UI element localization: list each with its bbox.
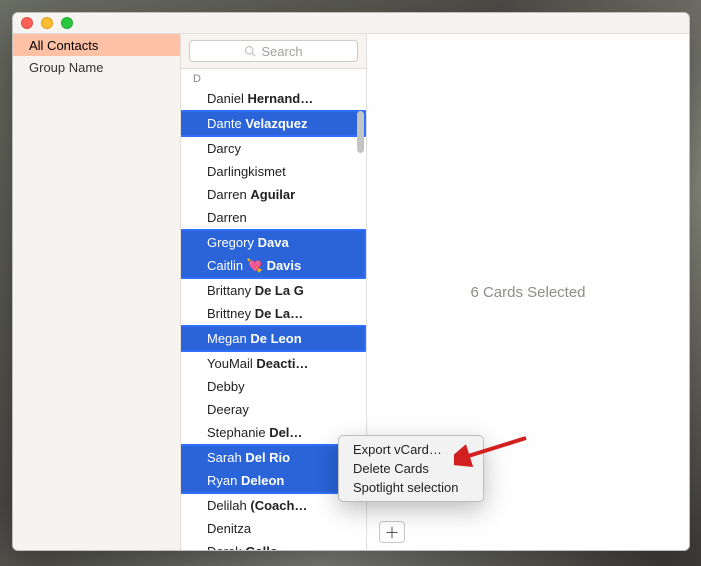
sidebar-item-label: All Contacts [29, 38, 98, 53]
contact-row[interactable]: Derek Gallo [181, 540, 366, 550]
plus-icon: ＋ [384, 522, 399, 543]
menu-item-export-vcard[interactable]: Export vCard… [339, 440, 483, 459]
search-placeholder: Search [261, 44, 302, 59]
contact-first-name: Debby [207, 379, 245, 394]
contact-row[interactable]: Gregory Dava [181, 231, 364, 254]
sidebar-item-group-name[interactable]: Group Name [13, 56, 180, 78]
contact-last-name: De La G [255, 283, 304, 298]
detail-footer: ＋ [367, 514, 689, 550]
menu-item-label: Export vCard… [353, 442, 442, 457]
contact-last-name: Deleon [241, 473, 284, 488]
contact-first-name: Darren [207, 210, 247, 225]
contact-row[interactable]: Daniel Hernand… [181, 87, 366, 110]
search-wrap: Search [181, 34, 366, 69]
contact-last-name: Gallo [245, 544, 278, 550]
contact-last-name: Del Rio [245, 450, 290, 465]
contact-first-name: Darcy [207, 141, 241, 156]
contact-row[interactable]: YouMail Deacti… [181, 352, 366, 375]
contact-row[interactable]: Debby [181, 375, 366, 398]
menu-item-spotlight-selection[interactable]: Spotlight selection [339, 478, 483, 497]
contact-row[interactable]: Brittany De La G [181, 279, 366, 302]
contact-row[interactable]: Caitlin 💘 Davis [181, 254, 364, 277]
contact-row[interactable]: Darlingkismet [181, 160, 366, 183]
selection-group: Megan De Leon [181, 325, 366, 352]
context-menu: Export vCard… Delete Cards Spotlight sel… [338, 435, 484, 502]
section-header: D [181, 69, 366, 87]
contact-first-name: Gregory [207, 235, 254, 250]
search-input[interactable]: Search [189, 40, 358, 62]
menu-item-label: Delete Cards [353, 461, 429, 476]
contact-row[interactable]: Sarah Del Rio [181, 446, 364, 469]
contact-last-name: Davis [267, 258, 302, 273]
sidebar-item-all-contacts[interactable]: All Contacts [13, 34, 180, 56]
titlebar [13, 13, 689, 34]
contact-last-name: De Leon [250, 331, 301, 346]
selection-status: 6 Cards Selected [470, 284, 585, 301]
contact-first-name: Sarah [207, 450, 242, 465]
contact-row[interactable]: Darcy [181, 137, 366, 160]
selection-group: Gregory DavaCaitlin 💘 Davis [181, 229, 366, 279]
contact-first-name: Derek [207, 544, 242, 550]
scrollbar-thumb[interactable] [357, 111, 364, 153]
contact-first-name: Daniel [207, 91, 244, 106]
contact-last-name: (Coach… [250, 498, 307, 513]
contact-row[interactable]: Darren Aguilar [181, 183, 366, 206]
sidebar-item-label: Group Name [29, 60, 103, 75]
contact-last-name: Deacti… [256, 356, 308, 371]
contact-last-name: Del… [269, 425, 302, 440]
minimize-icon[interactable] [41, 17, 53, 29]
zoom-icon[interactable] [61, 17, 73, 29]
contact-row[interactable]: Dante Velazquez [181, 112, 364, 135]
menu-item-delete-cards[interactable]: Delete Cards [339, 459, 483, 478]
contact-row[interactable]: Megan De Leon [181, 327, 364, 350]
contact-last-name: Hernand… [247, 91, 313, 106]
contact-first-name: Brittany [207, 283, 251, 298]
contact-last-name: De La… [255, 306, 303, 321]
selection-group: Dante Velazquez [181, 110, 366, 137]
contact-first-name: Brittney [207, 306, 251, 321]
contact-last-name: Dava [258, 235, 289, 250]
contact-last-name: Velazquez [245, 116, 307, 131]
contact-row[interactable]: Brittney De La… [181, 302, 366, 325]
close-icon[interactable] [21, 17, 33, 29]
contact-first-name: Dante [207, 116, 242, 131]
contact-first-name: Delilah [207, 498, 247, 513]
contact-row[interactable]: Ryan Deleon [181, 469, 364, 492]
contact-first-name: YouMail [207, 356, 253, 371]
contact-row[interactable]: Darren [181, 206, 366, 229]
sidebar: All Contacts Group Name [13, 34, 181, 550]
menu-item-label: Spotlight selection [353, 480, 459, 495]
contact-first-name: Megan [207, 331, 247, 346]
contact-row[interactable]: Deeray [181, 398, 366, 421]
contact-first-name: Darren [207, 187, 247, 202]
contact-first-name: Deeray [207, 402, 249, 417]
search-icon [244, 45, 256, 57]
add-button[interactable]: ＋ [379, 521, 405, 543]
contact-first-name: Caitlin 💘 [207, 258, 263, 274]
contact-first-name: Darlingkismet [207, 164, 286, 179]
contact-first-name: Ryan [207, 473, 237, 488]
contact-last-name: Aguilar [250, 187, 295, 202]
contact-first-name: Stephanie [207, 425, 266, 440]
contact-first-name: Denitza [207, 521, 251, 536]
contact-row[interactable]: Denitza [181, 517, 366, 540]
